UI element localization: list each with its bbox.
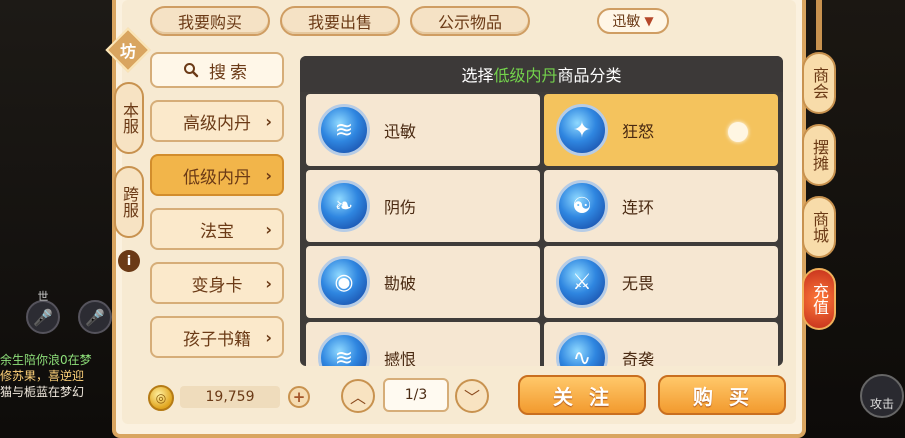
chat-line: 猫与栀蓝在梦幻 bbox=[0, 385, 85, 399]
category-treasure[interactable]: 法宝 › bbox=[150, 208, 284, 250]
item-card-qixi[interactable]: ∿ 奇袭 bbox=[544, 322, 778, 366]
item-name: 无畏 bbox=[622, 274, 655, 293]
tab-label: 摆摊 bbox=[810, 139, 829, 171]
tab-label: 商城 bbox=[810, 211, 829, 243]
search-icon bbox=[184, 63, 199, 78]
chevron-down-icon: ﹀ bbox=[463, 388, 480, 407]
market-badge-label: 坊 bbox=[119, 42, 136, 61]
add-currency-button[interactable]: + bbox=[288, 386, 310, 408]
item-name: 连环 bbox=[622, 198, 655, 217]
page-up-button[interactable]: ︿ bbox=[341, 379, 375, 413]
grid-title: 选择 低级内丹 商品分类 bbox=[300, 56, 783, 92]
sword-icon: ⚔ bbox=[556, 256, 608, 308]
item-name: 迅敏 bbox=[384, 122, 417, 141]
category-label: 高级内丹 bbox=[183, 113, 251, 134]
tab-label: 充值 bbox=[810, 283, 829, 315]
world-channel-label: 世 bbox=[37, 290, 49, 303]
tab-sell[interactable]: 我要出售 bbox=[280, 6, 400, 36]
item-card-xunmin[interactable]: ≋ 迅敏 bbox=[306, 94, 540, 166]
item-card-lianhuan[interactable]: ☯ 连环 bbox=[544, 170, 778, 242]
info-icon[interactable]: i bbox=[118, 250, 140, 272]
grid-title-highlight: 低级内丹 bbox=[493, 66, 558, 85]
eye-icon: ◉ bbox=[318, 256, 370, 308]
category-child-books[interactable]: 孩子书籍 › bbox=[150, 316, 284, 358]
claw-icon: ≋ bbox=[318, 104, 370, 156]
chevron-down-icon: ▼ bbox=[644, 14, 654, 28]
tab-stall[interactable]: 摆摊 bbox=[802, 124, 836, 186]
hanging-rope bbox=[816, 0, 822, 50]
item-name: 狂怒 bbox=[622, 122, 655, 141]
tab-public-items[interactable]: 公示物品 bbox=[410, 6, 530, 36]
rage-icon: ✦ bbox=[556, 104, 608, 156]
item-card-yinshang[interactable]: ❧ 阴伤 bbox=[306, 170, 540, 242]
chevron-up-icon: ︿ bbox=[349, 388, 366, 407]
swirl-icon: ☯ bbox=[556, 180, 608, 232]
selected-indicator bbox=[728, 122, 748, 142]
buy-button[interactable]: 购买 bbox=[658, 375, 786, 415]
tab-local-server-label: 本服 bbox=[120, 102, 139, 134]
follow-button[interactable]: 关注 bbox=[518, 375, 646, 415]
category-label: 孩子书籍 bbox=[183, 329, 251, 350]
server-select-value: 迅敏 bbox=[612, 14, 641, 30]
top-tab-bar: 我要购买 我要出售 公示物品 bbox=[150, 6, 530, 36]
category-list: 搜索 高级内丹 › 低级内丹 › 法宝 › 变身卡 › 孩子书籍 › bbox=[150, 52, 284, 358]
chevron-right-icon: › bbox=[265, 327, 272, 347]
tab-local-server[interactable]: 本服 bbox=[114, 82, 144, 154]
wave-icon: ∿ bbox=[556, 332, 608, 366]
item-grid-frame: 选择 低级内丹 商品分类 ≋ 迅敏 ✦ 狂怒 ❧ 阴伤 ☯ 连环 ◉ 勘破 ⚔ 无畏… bbox=[300, 56, 783, 366]
category-high-inner-pill[interactable]: 高级内丹 › bbox=[150, 100, 284, 142]
claw-icon: ≋ bbox=[318, 332, 370, 366]
tab-cross-server[interactable]: 跨服 bbox=[114, 166, 144, 238]
microphone-icon[interactable]: 🎤 世 bbox=[26, 290, 60, 334]
attack-button[interactable]: 攻击 bbox=[860, 374, 904, 418]
chevron-right-icon: › bbox=[265, 111, 272, 131]
tab-cross-server-label: 跨服 bbox=[120, 186, 139, 218]
item-name: 奇袭 bbox=[622, 350, 655, 366]
page-down-button[interactable]: ﹀ bbox=[455, 379, 489, 413]
item-card-kanpo[interactable]: ◉ 勘破 bbox=[306, 246, 540, 318]
item-card-wuwei[interactable]: ⚔ 无畏 bbox=[544, 246, 778, 318]
server-select[interactable]: 迅敏 ▼ bbox=[597, 8, 669, 34]
item-card-hanhen[interactable]: ≋ 撼恨 bbox=[306, 322, 540, 366]
microphone-icon-2[interactable]: 🎤 bbox=[78, 300, 112, 334]
tab-buy[interactable]: 我要购买 bbox=[150, 6, 270, 36]
category-low-inner-pill[interactable]: 低级内丹 › bbox=[150, 154, 284, 196]
category-label: 变身卡 bbox=[191, 275, 243, 296]
chevron-right-icon: › bbox=[265, 165, 272, 185]
category-label: 法宝 bbox=[200, 221, 234, 242]
page-indicator: 1/3 bbox=[383, 378, 449, 412]
item-name: 阴伤 bbox=[384, 198, 417, 217]
currency-amount: 19,759 bbox=[180, 386, 280, 408]
item-card-kuangnu[interactable]: ✦ 狂怒 bbox=[544, 94, 778, 166]
coin-icon: ◎ bbox=[148, 385, 174, 411]
chat-log: 余生陪你浪0在梦 修苏果，喜逆迎 猫与栀蓝在梦幻 bbox=[0, 352, 130, 400]
tab-chamber-of-commerce[interactable]: 商会 bbox=[802, 52, 836, 114]
category-transform-card[interactable]: 变身卡 › bbox=[150, 262, 284, 304]
grid-title-prefix: 选择 bbox=[461, 66, 494, 85]
chat-line: 余生陪你浪0在梦 bbox=[0, 353, 92, 367]
chevron-right-icon: › bbox=[265, 219, 272, 239]
grid-title-suffix: 商品分类 bbox=[557, 66, 622, 85]
chevron-right-icon: › bbox=[265, 273, 272, 293]
item-name: 撼恨 bbox=[384, 350, 417, 366]
fish-icon: ❧ bbox=[318, 180, 370, 232]
search-button[interactable]: 搜索 bbox=[150, 52, 284, 88]
chat-line: 修苏果，喜逆迎 bbox=[0, 369, 85, 383]
tab-label: 商会 bbox=[810, 67, 829, 99]
item-name: 勘破 bbox=[384, 274, 417, 293]
search-label: 搜索 bbox=[209, 62, 251, 83]
tab-recharge[interactable]: 充值 bbox=[802, 268, 836, 330]
tab-mall[interactable]: 商城 bbox=[802, 196, 836, 258]
category-label: 低级内丹 bbox=[183, 167, 251, 188]
